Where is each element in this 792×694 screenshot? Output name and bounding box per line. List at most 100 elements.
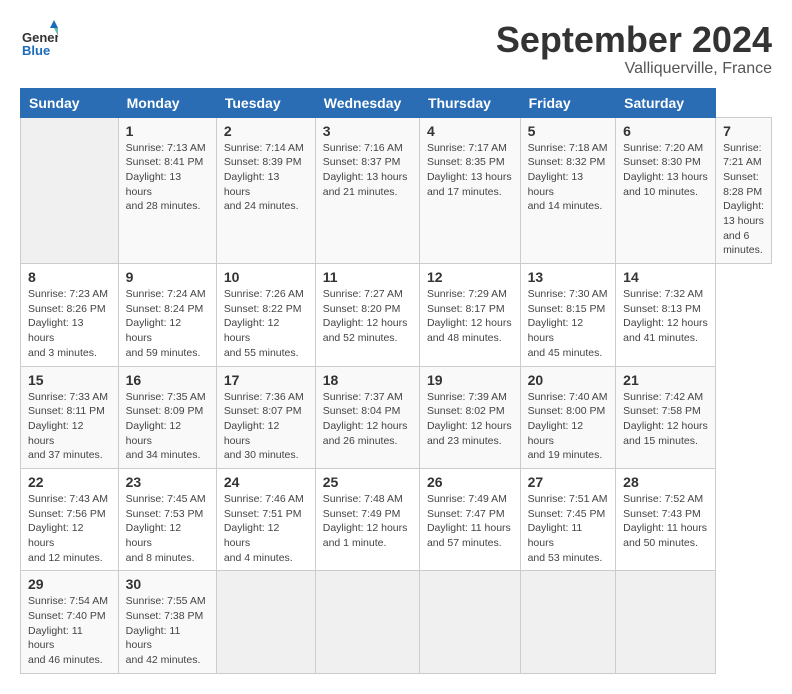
day-number: 14 bbox=[623, 269, 708, 285]
day-number: 20 bbox=[528, 372, 609, 388]
col-header-tuesday: Tuesday bbox=[216, 88, 315, 117]
day-info: Sunrise: 7:26 AMSunset: 8:22 PMDaylight:… bbox=[224, 287, 308, 360]
calendar-week-row: 22 Sunrise: 7:43 AMSunset: 7:56 PMDayligh… bbox=[21, 468, 772, 570]
calendar-day-cell: 22 Sunrise: 7:43 AMSunset: 7:56 PMDayligh… bbox=[21, 468, 119, 570]
day-info: Sunrise: 7:48 AMSunset: 7:49 PMDaylight:… bbox=[323, 492, 412, 551]
calendar-day-cell bbox=[419, 571, 520, 673]
day-info: Sunrise: 7:43 AMSunset: 7:56 PMDaylight:… bbox=[28, 492, 111, 565]
calendar-day-cell: 4 Sunrise: 7:17 AMSunset: 8:35 PMDaylight… bbox=[419, 117, 520, 264]
day-info: Sunrise: 7:21 AMSunset: 8:28 PMDaylight:… bbox=[723, 141, 764, 259]
day-number: 22 bbox=[28, 474, 111, 490]
calendar-day-cell: 8Sunrise: 7:23 AMSunset: 8:26 PMDaylight… bbox=[21, 264, 119, 366]
day-number: 19 bbox=[427, 372, 513, 388]
day-number: 9 bbox=[126, 269, 209, 285]
calendar-day-cell: 15 Sunrise: 7:33 AMSunset: 8:11 PMDayligh… bbox=[21, 366, 119, 468]
day-info: Sunrise: 7:18 AMSunset: 8:32 PMDaylight:… bbox=[528, 141, 609, 214]
day-number: 1 bbox=[126, 123, 209, 139]
calendar-day-cell: 2 Sunrise: 7:14 AMSunset: 8:39 PMDaylight… bbox=[216, 117, 315, 264]
calendar-day-cell: 21Sunrise: 7:42 AMSunset: 7:58 PMDayligh… bbox=[616, 366, 716, 468]
day-info: Sunrise: 7:39 AMSunset: 8:02 PMDaylight:… bbox=[427, 390, 513, 449]
day-info: Sunrise: 7:51 AMSunset: 7:45 PMDaylight:… bbox=[528, 492, 609, 565]
calendar-day-cell: 27 Sunrise: 7:51 AMSunset: 7:45 PMDayligh… bbox=[520, 468, 616, 570]
title-block: September 2024 Valliquerville, France bbox=[496, 20, 772, 78]
calendar-week-row: 8Sunrise: 7:23 AMSunset: 8:26 PMDaylight… bbox=[21, 264, 772, 366]
calendar-day-cell: 30 Sunrise: 7:55 AMSunset: 7:38 PMDayligh… bbox=[118, 571, 216, 673]
day-number: 24 bbox=[224, 474, 308, 490]
day-number: 17 bbox=[224, 372, 308, 388]
calendar-day-cell: 3 Sunrise: 7:16 AMSunset: 8:37 PMDaylight… bbox=[315, 117, 419, 264]
calendar-day-cell: 18 Sunrise: 7:37 AMSunset: 8:04 PMDayligh… bbox=[315, 366, 419, 468]
calendar-day-cell bbox=[216, 571, 315, 673]
day-info: Sunrise: 7:35 AMSunset: 8:09 PMDaylight:… bbox=[126, 390, 209, 463]
col-header-wednesday: Wednesday bbox=[315, 88, 419, 117]
calendar-day-cell: 28Sunrise: 7:52 AMSunset: 7:43 PMDayligh… bbox=[616, 468, 716, 570]
day-number: 13 bbox=[528, 269, 609, 285]
day-info: Sunrise: 7:55 AMSunset: 7:38 PMDaylight:… bbox=[126, 594, 209, 667]
day-info: Sunrise: 7:32 AMSunset: 8:13 PMDaylight:… bbox=[623, 287, 708, 346]
calendar-day-cell: 12Sunrise: 7:29 AMSunset: 8:17 PMDayligh… bbox=[419, 264, 520, 366]
calendar-day-cell: 24 Sunrise: 7:46 AMSunset: 7:51 PMDayligh… bbox=[216, 468, 315, 570]
day-info: Sunrise: 7:54 AMSunset: 7:40 PMDaylight:… bbox=[28, 594, 111, 667]
page-header: General Blue September 2024 Valliquervil… bbox=[20, 20, 772, 78]
day-info: Sunrise: 7:17 AMSunset: 8:35 PMDaylight:… bbox=[427, 141, 513, 200]
calendar-day-cell: 19 Sunrise: 7:39 AMSunset: 8:02 PMDayligh… bbox=[419, 366, 520, 468]
day-number: 18 bbox=[323, 372, 412, 388]
col-header-monday: Monday bbox=[118, 88, 216, 117]
calendar-day-cell: 20 Sunrise: 7:40 AMSunset: 8:00 PMDayligh… bbox=[520, 366, 616, 468]
calendar-header-row: SundayMondayTuesdayWednesdayThursdayFrid… bbox=[21, 88, 772, 117]
day-number: 21 bbox=[623, 372, 708, 388]
day-info: Sunrise: 7:49 AMSunset: 7:47 PMDaylight:… bbox=[427, 492, 513, 551]
month-title: September 2024 bbox=[496, 20, 772, 60]
calendar-week-row: 15 Sunrise: 7:33 AMSunset: 8:11 PMDayligh… bbox=[21, 366, 772, 468]
day-info: Sunrise: 7:14 AMSunset: 8:39 PMDaylight:… bbox=[224, 141, 308, 214]
calendar-day-cell: 1 Sunrise: 7:13 AMSunset: 8:41 PMDaylight… bbox=[118, 117, 216, 264]
day-info: Sunrise: 7:24 AMSunset: 8:24 PMDaylight:… bbox=[126, 287, 209, 360]
day-number: 23 bbox=[126, 474, 209, 490]
day-number: 30 bbox=[126, 576, 209, 592]
empty-cell bbox=[21, 117, 119, 264]
day-number: 6 bbox=[623, 123, 708, 139]
location: Valliquerville, France bbox=[496, 60, 772, 78]
calendar-day-cell bbox=[520, 571, 616, 673]
day-info: Sunrise: 7:37 AMSunset: 8:04 PMDaylight:… bbox=[323, 390, 412, 449]
calendar-day-cell bbox=[616, 571, 716, 673]
day-number: 11 bbox=[323, 269, 412, 285]
calendar-day-cell: 25Sunrise: 7:48 AMSunset: 7:49 PMDayligh… bbox=[315, 468, 419, 570]
day-info: Sunrise: 7:13 AMSunset: 8:41 PMDaylight:… bbox=[126, 141, 209, 214]
day-info: Sunrise: 7:27 AMSunset: 8:20 PMDaylight:… bbox=[323, 287, 412, 346]
col-header-friday: Friday bbox=[520, 88, 616, 117]
day-number: 26 bbox=[427, 474, 513, 490]
col-header-saturday: Saturday bbox=[616, 88, 716, 117]
day-info: Sunrise: 7:36 AMSunset: 8:07 PMDaylight:… bbox=[224, 390, 308, 463]
day-number: 4 bbox=[427, 123, 513, 139]
day-info: Sunrise: 7:52 AMSunset: 7:43 PMDaylight:… bbox=[623, 492, 708, 551]
calendar-table: SundayMondayTuesdayWednesdayThursdayFrid… bbox=[20, 88, 772, 674]
day-number: 29 bbox=[28, 576, 111, 592]
day-number: 15 bbox=[28, 372, 111, 388]
day-info: Sunrise: 7:16 AMSunset: 8:37 PMDaylight:… bbox=[323, 141, 412, 200]
day-info: Sunrise: 7:30 AMSunset: 8:15 PMDaylight:… bbox=[528, 287, 609, 360]
day-info: Sunrise: 7:29 AMSunset: 8:17 PMDaylight:… bbox=[427, 287, 513, 346]
day-info: Sunrise: 7:40 AMSunset: 8:00 PMDaylight:… bbox=[528, 390, 609, 463]
calendar-week-row: 29 Sunrise: 7:54 AMSunset: 7:40 PMDayligh… bbox=[21, 571, 772, 673]
calendar-day-cell: 13 Sunrise: 7:30 AMSunset: 8:15 PMDayligh… bbox=[520, 264, 616, 366]
calendar-day-cell: 29 Sunrise: 7:54 AMSunset: 7:40 PMDayligh… bbox=[21, 571, 119, 673]
day-number: 3 bbox=[323, 123, 412, 139]
calendar-week-row: 1 Sunrise: 7:13 AMSunset: 8:41 PMDaylight… bbox=[21, 117, 772, 264]
day-number: 16 bbox=[126, 372, 209, 388]
day-number: 2 bbox=[224, 123, 308, 139]
day-number: 7 bbox=[723, 123, 764, 139]
logo: General Blue bbox=[20, 20, 58, 63]
calendar-day-cell: 11 Sunrise: 7:27 AMSunset: 8:20 PMDayligh… bbox=[315, 264, 419, 366]
col-header-sunday: Sunday bbox=[21, 88, 119, 117]
logo-icon: General Blue bbox=[20, 20, 58, 58]
day-info: Sunrise: 7:46 AMSunset: 7:51 PMDaylight:… bbox=[224, 492, 308, 565]
calendar-day-cell: 17 Sunrise: 7:36 AMSunset: 8:07 PMDayligh… bbox=[216, 366, 315, 468]
calendar-day-cell: 10 Sunrise: 7:26 AMSunset: 8:22 PMDayligh… bbox=[216, 264, 315, 366]
day-number: 10 bbox=[224, 269, 308, 285]
day-number: 27 bbox=[528, 474, 609, 490]
day-info: Sunrise: 7:23 AMSunset: 8:26 PMDaylight:… bbox=[28, 287, 111, 360]
calendar-day-cell: 14 Sunrise: 7:32 AMSunset: 8:13 PMDayligh… bbox=[616, 264, 716, 366]
day-info: Sunrise: 7:33 AMSunset: 8:11 PMDaylight:… bbox=[28, 390, 111, 463]
calendar-day-cell: 5Sunrise: 7:18 AMSunset: 8:32 PMDaylight… bbox=[520, 117, 616, 264]
